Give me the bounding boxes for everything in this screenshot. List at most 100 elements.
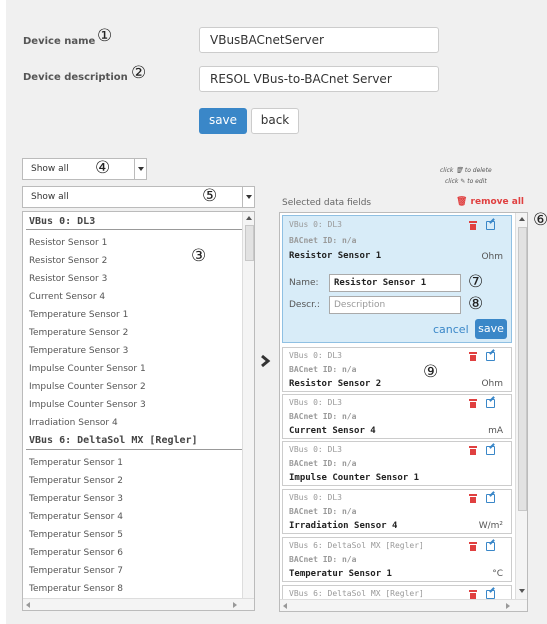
card-unit: °C (492, 569, 503, 579)
list-item[interactable]: Temperatur Sensor 7 (29, 566, 123, 576)
card-field-name: Resistor Sensor 1 (289, 251, 382, 261)
add-field-arrow-icon[interactable] (259, 354, 271, 368)
remove-all-link[interactable]: 🗑 remove all (456, 197, 524, 207)
horizontal-scrollbar[interactable] (23, 598, 254, 610)
edit-icon[interactable] (486, 542, 495, 551)
list-item[interactable]: Temperatur Sensor 2 (29, 476, 123, 486)
edit-icon[interactable] (486, 352, 495, 361)
list-item[interactable]: Temperature Sensor 3 (29, 346, 128, 356)
marker-8: ⑧ (468, 294, 484, 314)
list-group-header: VBus 0: DL3 (29, 216, 96, 227)
trash-icon[interactable] (469, 590, 477, 599)
edit-save-button[interactable]: save (475, 319, 507, 339)
list-item[interactable]: Resistor Sensor 1 (29, 238, 107, 248)
marker-4: ④ (95, 158, 111, 178)
filter-select-1-value: Show all (31, 164, 69, 174)
card-field-name: Current Sensor 4 (289, 426, 376, 436)
delete-hint: click 🗑 to delete (440, 167, 492, 174)
card-bacnet-id: BACnet ID: n/a (289, 555, 357, 564)
edit-name-label: Name: (289, 278, 319, 288)
card-bacnet-id: BACnet ID: n/a (289, 365, 357, 374)
card-source: VBus 0: DL3 (289, 398, 342, 407)
selected-field-card[interactable]: VBus 0: DL3 BACnet ID: n/a Resistor Sens… (282, 347, 512, 392)
device-name-input[interactable]: VBusBACnetServer (199, 27, 439, 53)
list-item[interactable]: Current Sensor 4 (29, 292, 105, 302)
edit-name-input[interactable]: Resistor Sensor 1 (329, 274, 461, 292)
card-bacnet-id: BACnet ID: n/a (289, 507, 357, 516)
scroll-up-icon (246, 216, 252, 220)
device-description-label: Device description (23, 72, 128, 83)
scroll-thumb[interactable] (245, 225, 254, 261)
card-source: VBus 0: DL3 (289, 445, 342, 454)
edit-icon[interactable] (486, 399, 495, 408)
card-unit: mA (488, 426, 503, 436)
list-item[interactable]: Irradiation Sensor 4 (29, 418, 118, 428)
scroll-left-icon (283, 603, 287, 609)
card-field-name: Impulse Counter Sensor 1 (289, 473, 420, 483)
list-item[interactable]: Impulse Counter Sensor 2 (29, 382, 146, 392)
selected-field-card[interactable]: VBus 0: DL3 BACnet ID: n/a Current Senso… (282, 394, 512, 439)
marker-6: ⑥ (533, 210, 547, 230)
edit-cancel-link[interactable]: cancel (433, 323, 469, 336)
trash-icon[interactable] (469, 352, 477, 361)
list-item[interactable]: Temperatur Sensor 5 (29, 530, 123, 540)
device-description-input[interactable]: RESOL VBus-to-BACnet Server (199, 66, 439, 92)
group-divider (26, 449, 242, 450)
trash-icon[interactable] (469, 221, 477, 230)
marker-1: ① (97, 26, 113, 46)
horizontal-scrollbar[interactable] (280, 599, 527, 611)
save-button[interactable]: save (199, 108, 247, 134)
vertical-scrollbar[interactable] (515, 213, 527, 599)
selected-fields-title: Selected data fields (282, 198, 372, 208)
list-item[interactable]: Temperatur Sensor 8 (29, 584, 123, 594)
list-item[interactable]: Temperatur Sensor 1 (29, 458, 123, 468)
card-source: VBus 0: DL3 (289, 220, 342, 229)
chevron-down-icon (242, 187, 254, 207)
trash-icon[interactable] (469, 494, 477, 503)
back-button[interactable]: back (251, 108, 299, 134)
list-item[interactable]: Temperature Sensor 2 (29, 328, 128, 338)
selected-fields-list: VBus 0: DL3 BACnet ID: n/a Resistor Sens… (279, 212, 528, 612)
scroll-up-icon (519, 217, 525, 221)
marker-9: ⑨ (423, 362, 439, 382)
available-fields-list[interactable]: VBus 0: DL3 Resistor Sensor 1 Resistor S… (22, 211, 255, 611)
list-group-header: VBus 6: DeltaSol MX [Regler] (29, 435, 198, 446)
card-source: VBus 6: DeltaSol MX [Regler] (289, 541, 424, 550)
trash-icon[interactable] (469, 399, 477, 408)
list-item[interactable]: Temperatur Sensor 3 (29, 494, 123, 504)
selected-field-card[interactable]: VBus 6: DeltaSol MX [Regler] BACnet ID: … (282, 537, 512, 582)
list-item[interactable]: Temperatur Sensor 4 (29, 512, 123, 522)
marker-7: ⑦ (468, 272, 484, 292)
filter-select-2-value: Show all (31, 192, 69, 202)
scroll-right-icon (506, 603, 510, 609)
list-item[interactable]: Temperatur Sensor 6 (29, 548, 123, 558)
trash-icon[interactable] (469, 542, 477, 551)
edit-description-input[interactable]: Description (329, 296, 461, 314)
selected-field-card[interactable]: VBus 0: DL3 BACnet ID: n/a Resistor Sens… (282, 215, 512, 343)
selected-field-card[interactable]: VBus 0: DL3 BACnet ID: n/a Impulse Count… (282, 441, 512, 486)
group-divider (26, 229, 242, 230)
card-source: VBus 6: DeltaSol MX [Regler] (289, 589, 424, 598)
edit-icon[interactable] (486, 221, 495, 230)
list-item[interactable]: Resistor Sensor 2 (29, 256, 107, 266)
trash-icon[interactable] (469, 446, 477, 455)
card-unit: Ohm (481, 252, 503, 262)
list-item[interactable]: Resistor Sensor 3 (29, 274, 107, 284)
card-bacnet-id: BACnet ID: n/a (289, 459, 357, 468)
scroll-right-icon (233, 602, 237, 608)
edit-icon[interactable] (486, 590, 495, 599)
filter-select-1[interactable]: Show all (22, 158, 147, 180)
selected-field-card[interactable]: VBus 0: DL3 BACnet ID: n/a Irradiation S… (282, 489, 512, 534)
card-field-name: Irradiation Sensor 4 (289, 521, 398, 531)
edit-icon[interactable] (486, 494, 495, 503)
list-item[interactable]: Impulse Counter Sensor 1 (29, 364, 146, 374)
filter-select-2[interactable]: Show all (22, 186, 255, 208)
list-item[interactable]: Impulse Counter Sensor 3 (29, 400, 146, 410)
scroll-thumb[interactable] (518, 227, 527, 511)
edit-description-label: Descr.: (289, 300, 320, 310)
list-item[interactable]: Temperature Sensor 1 (29, 310, 128, 320)
vertical-scrollbar[interactable] (242, 212, 254, 598)
edit-icon[interactable] (486, 446, 495, 455)
card-source: VBus 0: DL3 (289, 493, 342, 502)
card-bacnet-id: BACnet ID: n/a (289, 412, 357, 421)
